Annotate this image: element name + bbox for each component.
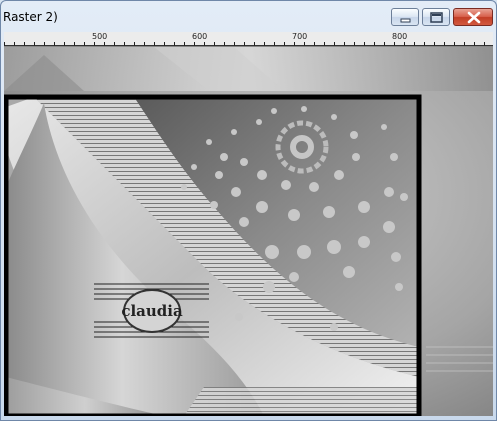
decor-dot xyxy=(288,209,300,221)
ruler-label-700: 700 xyxy=(292,32,308,41)
decor-dot xyxy=(289,272,299,282)
image-window: Raster 2) 500 600 700 800 claudia xyxy=(0,0,497,421)
ruler-label-500: 500 xyxy=(92,32,108,41)
decor-dot xyxy=(265,245,279,259)
decor-dot xyxy=(301,106,307,112)
decor-dot xyxy=(256,119,262,125)
decor-dot xyxy=(330,323,338,331)
window-titlebar[interactable]: Raster 2) xyxy=(1,1,496,32)
close-icon xyxy=(467,11,481,24)
decor-dot xyxy=(220,153,228,161)
minimize-button[interactable] xyxy=(391,8,419,26)
image-canvas[interactable]: claudia xyxy=(4,47,493,416)
decor-dot xyxy=(331,114,337,120)
decor-dot xyxy=(240,158,248,166)
decor-dot xyxy=(309,182,319,192)
horizontal-ruler: 500 600 700 800 xyxy=(4,32,493,47)
decor-dot xyxy=(352,153,360,161)
ruler-ticks xyxy=(4,42,493,46)
decor-dot xyxy=(400,193,408,201)
decor-dot xyxy=(384,187,394,197)
canvas-artwork: claudia xyxy=(4,47,493,416)
inner-image xyxy=(6,97,419,416)
decor-dot xyxy=(281,180,291,190)
decor-dot xyxy=(256,201,268,213)
decor-dot xyxy=(391,252,401,262)
minimize-icon xyxy=(400,18,411,23)
decor-dot xyxy=(383,221,395,233)
decor-dot xyxy=(231,129,237,135)
decor-dot xyxy=(358,236,370,248)
decor-dot xyxy=(323,206,335,218)
decor-dot xyxy=(271,108,277,114)
decor-dot xyxy=(239,217,249,227)
close-button[interactable] xyxy=(453,8,493,26)
decor-dot xyxy=(343,266,355,278)
window-title: Raster 2) xyxy=(3,10,58,24)
decor-dot xyxy=(358,201,370,213)
decor-dot xyxy=(395,283,403,291)
watermark-text: claudia xyxy=(121,302,183,320)
decor-dot xyxy=(191,164,197,170)
decor-dot xyxy=(215,171,223,179)
decor-dot xyxy=(327,240,341,254)
decor-dot xyxy=(210,201,218,209)
decor-dot xyxy=(381,124,387,130)
ruler-label-600: 600 xyxy=(192,32,208,41)
maximize-icon xyxy=(430,12,443,23)
decor-dot xyxy=(263,281,275,293)
ruler-label-800: 800 xyxy=(392,32,408,41)
decor-dot xyxy=(390,153,398,161)
decor-dot xyxy=(257,170,267,180)
decor-dot xyxy=(334,170,344,180)
decor-dot xyxy=(181,184,187,190)
decor-dot xyxy=(350,131,358,139)
decor-dot xyxy=(231,187,241,197)
decor-dot xyxy=(235,313,243,321)
maximize-button[interactable] xyxy=(422,8,450,26)
decor-dot xyxy=(297,245,311,259)
decor-dot xyxy=(206,139,212,145)
